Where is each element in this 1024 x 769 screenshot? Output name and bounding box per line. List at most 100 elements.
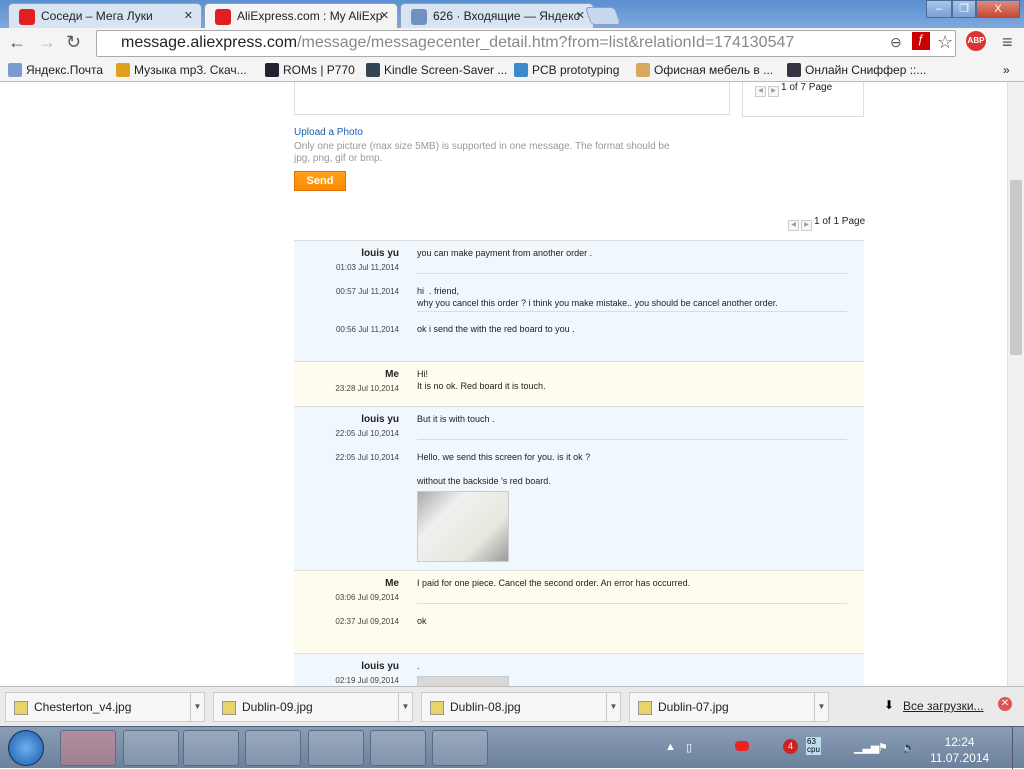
network-icon[interactable]: ▁▃▅	[854, 741, 879, 754]
message-textarea[interactable]	[294, 82, 730, 115]
download-item[interactable]: Dublin-09.jpg ▼	[213, 692, 413, 722]
prev-page-button[interactable]: ◀	[788, 220, 799, 231]
taskbar-explorer[interactable]	[123, 730, 179, 766]
download-item[interactable]: Dublin-08.jpg ▼	[421, 692, 621, 722]
message-text: But it is with touch .	[417, 414, 495, 424]
close-tab-icon[interactable]: ✕	[184, 9, 193, 22]
taskbar-chrome[interactable]	[60, 730, 116, 766]
message-text: ok	[417, 616, 427, 626]
forward-icon[interactable]: →	[38, 32, 56, 53]
message-time: 01:03 Jul 11,2014	[335, 263, 399, 272]
flash-icon[interactable]: ƒ	[912, 32, 930, 50]
address-bar[interactable]: message.aliexpress.com/message/messagece…	[96, 30, 956, 57]
bookmark-favicon-icon	[116, 63, 130, 77]
pager-label: 1 of 7 Page	[781, 82, 833, 93]
menu-icon[interactable]: ≡	[1002, 32, 1013, 53]
message-list: louis yu 01:03 Jul 11,2014 you can make pa…	[294, 240, 864, 686]
url-host: message.aliexpress.com	[121, 34, 298, 51]
bookmark-label: PCB prototyping	[532, 63, 620, 77]
message-text: you can make payment from another order …	[417, 248, 593, 258]
start-button[interactable]	[8, 730, 44, 766]
tab-label: AliExpress.com : My AliExp	[237, 9, 383, 23]
close-tab-icon[interactable]: ✕	[576, 9, 585, 22]
message-item: 00:56 Jul 11,2014 ok i send the with the …	[294, 311, 864, 353]
bookmark-item[interactable]: Музыка mp3. Скач...	[116, 63, 247, 77]
new-tab-button[interactable]	[584, 7, 622, 25]
tab-label: 626 · Входящие — Яндекс	[433, 9, 580, 23]
back-icon[interactable]: ←	[8, 32, 26, 53]
bookmark-item[interactable]: Яндекс.Почта	[8, 63, 103, 77]
tab-2[interactable]: 626 · Входящие — Яндекс ✕	[400, 3, 594, 28]
taskbar-skype[interactable]	[183, 730, 239, 766]
tab-0[interactable]: Соседи – Мега Луки ✕	[8, 3, 202, 28]
bookmarks-bar: Яндекс.Почта Музыка mp3. Скач... ROMs | P7…	[0, 58, 1024, 82]
bookmark-favicon-icon	[787, 63, 801, 77]
reload-icon[interactable]: ↻	[66, 32, 81, 53]
upload-photo-link[interactable]: Upload a Photo	[294, 127, 363, 138]
tray-app-icon[interactable]	[735, 741, 749, 751]
message-group: louis yu 01:03 Jul 11,2014 you can make pa…	[294, 240, 864, 361]
sender-name: louis yu	[361, 248, 399, 259]
download-item[interactable]: Dublin-07.jpg ▼	[629, 692, 829, 722]
bookmark-item[interactable]: Офисная мебель в ...	[636, 63, 773, 77]
bookmark-item[interactable]: Kindle Screen-Saver ...	[366, 63, 507, 77]
scrollbar[interactable]	[1007, 82, 1024, 686]
download-menu-arrow-icon[interactable]: ▼	[814, 693, 828, 721]
close-tab-icon[interactable]: ✕	[380, 9, 389, 22]
download-menu-arrow-icon[interactable]: ▼	[190, 693, 204, 721]
bookmark-favicon-icon	[366, 63, 380, 77]
message-time: 00:57 Jul 11,2014	[335, 287, 399, 296]
show-desktop-button[interactable]	[1012, 727, 1024, 769]
power-icon[interactable]: ▯	[686, 741, 692, 754]
cart-icon	[215, 9, 231, 25]
message-group: louis yu 22:05 Jul 10,2014 But it is with …	[294, 406, 864, 570]
message-photo[interactable]	[417, 491, 509, 562]
more-bookmarks-button[interactable]: »	[1003, 63, 1010, 77]
tab-1[interactable]: AliExpress.com : My AliExp ✕	[204, 3, 398, 28]
all-downloads-link[interactable]: Все загрузки...	[903, 699, 984, 713]
next-page-button[interactable]: ▶	[801, 220, 812, 231]
message-photo[interactable]	[417, 676, 509, 686]
adblock-icon[interactable]: ABP	[966, 31, 986, 51]
bookmark-favicon-icon	[8, 63, 22, 77]
badge-icon[interactable]: 4	[783, 739, 798, 754]
zoom-icon[interactable]: ⊖	[890, 34, 902, 51]
bookmark-item[interactable]: PCB prototyping	[514, 63, 619, 77]
pager-label: 1 of 1 Page	[814, 216, 866, 227]
volume-icon[interactable]: 🔈	[902, 741, 916, 754]
cpu-meter-icon[interactable]: 63 cpu	[806, 737, 821, 755]
message-time: 22:05 Jul 10,2014	[335, 429, 399, 438]
download-menu-arrow-icon[interactable]: ▼	[606, 693, 620, 721]
clock[interactable]: 12:24 11.07.2014	[930, 734, 989, 766]
close-downloads-icon[interactable]: ✕	[998, 697, 1012, 711]
prev-page-button[interactable]: ◀	[755, 86, 766, 97]
sender-name: Me	[385, 578, 399, 589]
minimize-button[interactable]: –	[926, 0, 952, 18]
message-item: 22:05 Jul 10,2014 Hello. we send this scr…	[294, 439, 864, 562]
upload-hint: Only one picture (max size 5MB) is suppo…	[294, 141, 670, 164]
send-button[interactable]: Send	[294, 171, 346, 191]
taskbar-app[interactable]	[370, 730, 426, 766]
flag-icon[interactable]: ⚑	[878, 741, 888, 754]
side-pager: ◀ ▶ 1 of 7 Page	[755, 82, 832, 97]
tray-expand-icon[interactable]: ▲	[665, 741, 676, 753]
message-time: 02:19 Jul 09,2014	[335, 676, 399, 685]
close-window-button[interactable]: X	[976, 0, 1020, 18]
maximize-button[interactable]: ❐	[952, 0, 976, 18]
scrollbar-thumb[interactable]	[1010, 180, 1022, 355]
downloads-bar: Chesterton_v4.jpg ▼ Dublin-09.jpg ▼ Dublin-0…	[0, 686, 1024, 726]
star-icon[interactable]: ☆	[937, 32, 953, 53]
taskbar-app[interactable]	[308, 730, 364, 766]
message-time: 03:06 Jul 09,2014	[335, 593, 399, 602]
taskbar-app[interactable]	[245, 730, 301, 766]
download-item[interactable]: Chesterton_v4.jpg ▼	[5, 692, 205, 722]
next-page-button[interactable]: ▶	[768, 86, 779, 97]
taskbar-calculator[interactable]	[432, 730, 488, 766]
tab-bar: Соседи – Мега Луки ✕ AliExpress.com : My A…	[0, 0, 1024, 28]
page-content: ◀ ▶ 1 of 7 Page Upload a Photo Only one pi…	[0, 82, 1007, 686]
bookmark-favicon-icon	[265, 63, 279, 77]
download-menu-arrow-icon[interactable]: ▼	[398, 693, 412, 721]
bookmark-item[interactable]: ROMs | P770	[265, 63, 355, 77]
taskbar: ▲ ▯ 4 63 cpu ▁▃▅ ⚑ 🔈 12:24 11.07.2014	[0, 726, 1024, 769]
bookmark-item[interactable]: Онлайн Сниффер ::...	[787, 63, 926, 77]
